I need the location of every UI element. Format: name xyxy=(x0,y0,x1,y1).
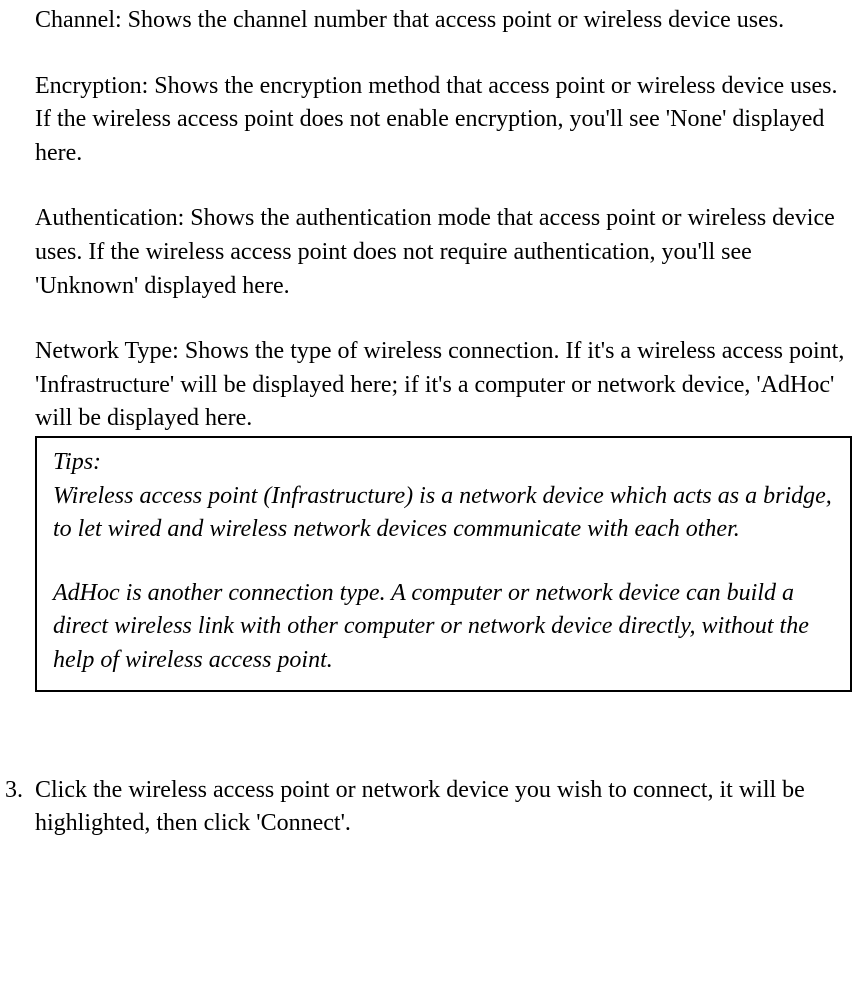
tips-infrastructure: Wireless access point (Infrastructure) i… xyxy=(53,480,834,547)
tips-heading: Tips: xyxy=(53,446,834,480)
authentication-paragraph: Authentication: Shows the authentication… xyxy=(35,202,852,303)
step-3-text: Click the wireless access point or netwo… xyxy=(35,774,852,841)
encryption-paragraph: Encryption: Shows the encryption method … xyxy=(35,70,852,171)
tips-adhoc: AdHoc is another connection type. A comp… xyxy=(53,577,834,678)
channel-paragraph: Channel: Shows the channel number that a… xyxy=(35,4,852,38)
network-type-paragraph: Network Type: Shows the type of wireless… xyxy=(35,335,852,436)
tips-box: Tips: Wireless access point (Infrastruct… xyxy=(35,436,852,692)
step-3-number: 3. xyxy=(5,774,35,841)
step-3: 3. Click the wireless access point or ne… xyxy=(0,774,852,841)
